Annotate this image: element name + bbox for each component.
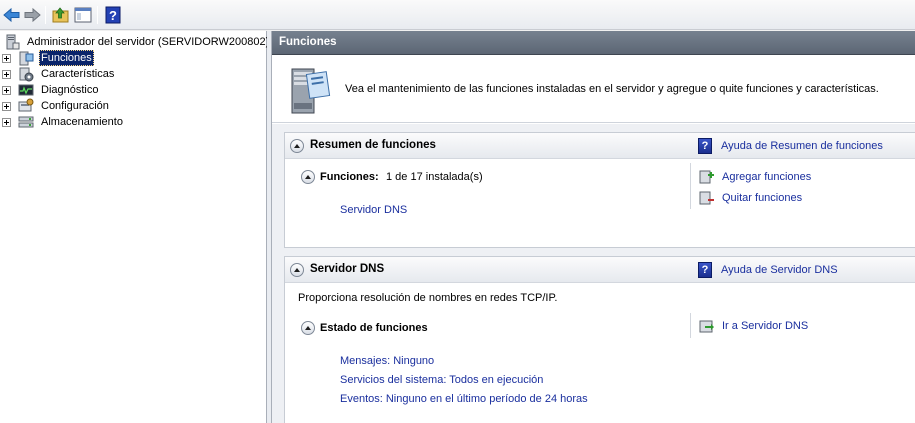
features-icon (19, 67, 34, 82)
tree-item-label: Diagnóstico (41, 84, 99, 96)
help-icon: ? (698, 138, 712, 154)
toolbar-separator (45, 6, 46, 24)
show-hide-console-tree-icon[interactable] (73, 5, 93, 25)
section-header: Servidor DNS ? Ayuda de Servidor DNS (285, 257, 915, 283)
expand-icon[interactable] (2, 69, 11, 79)
tree-item-almacenamiento[interactable]: Almacenamiento (2, 114, 125, 130)
system-services-link[interactable]: Servicios del sistema: Todos en ejecució… (340, 374, 543, 386)
collapse-icon[interactable] (301, 321, 315, 335)
forward-arrow-icon[interactable] (22, 5, 42, 25)
toolbar: ? (0, 0, 915, 30)
add-roles-icon (699, 170, 714, 184)
diagnostics-icon (18, 84, 34, 96)
remove-roles-link[interactable]: Quitar funciones (699, 190, 802, 206)
remove-roles-label: Quitar funciones (722, 192, 803, 204)
collapse-icon[interactable] (290, 139, 304, 153)
add-roles-link[interactable]: Agregar funciones (699, 169, 811, 185)
section-header: Resumen de funciones ? Ayuda de Resumen … (285, 133, 915, 159)
go-to-dns-link[interactable]: Ir a Servidor DNS (699, 318, 808, 334)
configuration-icon (18, 98, 34, 112)
expand-icon[interactable] (2, 85, 11, 95)
server-manager-icon (6, 34, 20, 50)
tree-item-label: Características (41, 68, 115, 80)
help-icon[interactable]: ? (103, 5, 123, 25)
add-roles-label: Agregar funciones (722, 171, 812, 183)
messages-link[interactable]: Mensajes: Ninguno (340, 355, 434, 367)
summary-help-link[interactable]: ? Ayuda de Resumen de funciones (698, 138, 883, 154)
tree-item-label: Almacenamiento (41, 116, 123, 128)
collapse-icon[interactable] (290, 263, 304, 277)
help-icon: ? (698, 262, 712, 278)
role-status-title: Estado de funciones (320, 322, 428, 334)
toolbar-separator (97, 6, 98, 24)
up-folder-icon[interactable] (51, 5, 71, 25)
summary-actions: Agregar funciones Quitar funciones (690, 163, 915, 209)
events-link[interactable]: Eventos: Ninguno en el último período de… (340, 393, 588, 405)
back-arrow-icon[interactable] (2, 5, 22, 25)
tree-item-caracteristicas[interactable]: Características (2, 66, 116, 82)
section-title: Servidor DNS (310, 263, 385, 275)
content-area: Resumen de funciones ? Ayuda de Resumen … (272, 124, 915, 423)
tree-item-label: Funciones (39, 50, 94, 66)
roles-count-value: 1 de 17 instalada(s) (386, 171, 483, 183)
intro-banner: Vea el mantenimiento de las funciones in… (272, 55, 915, 123)
page-title: Funciones (272, 31, 915, 55)
roles-server-icon (291, 68, 331, 114)
intro-text: Vea el mantenimiento de las funciones in… (345, 83, 879, 95)
console-tree: Administrador del servidor (SERVIDORW200… (0, 31, 269, 423)
tree-item-diagnostico[interactable]: Diagnóstico (2, 82, 100, 98)
storage-icon (18, 116, 34, 128)
dns-server-role-link[interactable]: Servidor DNS (340, 204, 407, 216)
collapse-icon[interactable] (301, 170, 315, 184)
expand-icon[interactable] (2, 101, 11, 111)
go-to-dns-label: Ir a Servidor DNS (722, 320, 809, 332)
dns-description: Proporciona resolución de nombres en red… (298, 292, 558, 304)
svg-text:?: ? (109, 8, 117, 23)
roles-icon (19, 51, 34, 66)
tree-root-label: Administrador del servidor (SERVIDORW200… (27, 36, 270, 48)
tree-item-label: Configuración (41, 100, 109, 112)
roles-summary-section: Resumen de funciones ? Ayuda de Resumen … (284, 132, 915, 248)
expand-icon[interactable] (2, 117, 11, 127)
help-link-label: Ayuda de Servidor DNS (721, 264, 838, 276)
expand-icon[interactable] (2, 53, 11, 63)
dns-actions: Ir a Servidor DNS (690, 313, 915, 338)
help-link-label: Ayuda de Resumen de funciones (721, 140, 883, 152)
remove-roles-icon (699, 191, 714, 205)
tree-item-configuracion[interactable]: Configuración (2, 98, 111, 114)
roles-count-label: Funciones: (320, 171, 379, 183)
go-to-role-icon (699, 320, 714, 333)
tree-root[interactable]: Administrador del servidor (SERVIDORW200… (4, 34, 271, 50)
dns-help-link[interactable]: ? Ayuda de Servidor DNS (698, 262, 838, 278)
section-title: Resumen de funciones (310, 139, 436, 151)
details-pane: Funciones Vea el mantenimiento de las fu… (272, 31, 915, 423)
tree-item-funciones[interactable]: Funciones (2, 50, 94, 66)
dns-server-section: Servidor DNS ? Ayuda de Servidor DNS Pro… (284, 256, 915, 423)
